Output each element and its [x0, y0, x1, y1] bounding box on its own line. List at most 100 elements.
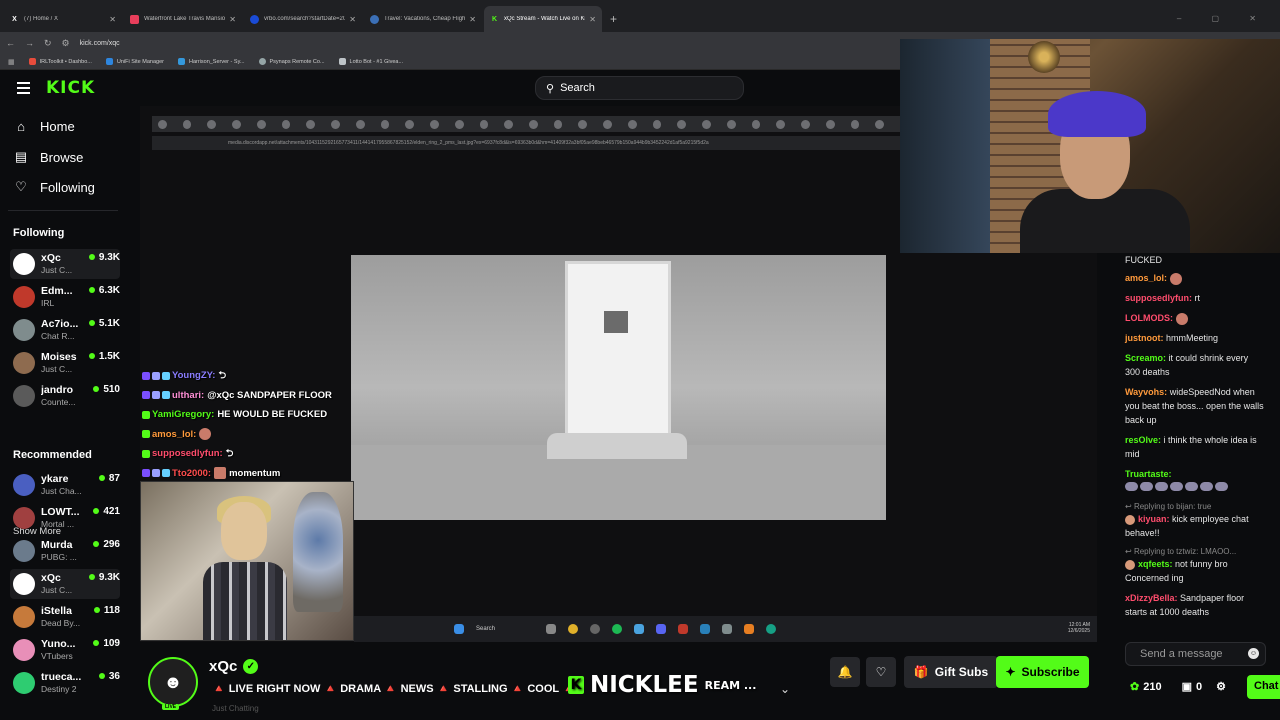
- close-tab-icon[interactable]: ✕: [109, 15, 116, 24]
- chat-message: Screamo: it could shrink every 300 death…: [1125, 351, 1265, 379]
- viewer-count: 36: [98, 668, 120, 698]
- chat-username[interactable]: kiyuan:: [1138, 514, 1170, 524]
- menu-icon[interactable]: [17, 82, 30, 97]
- channel-name: xQc: [41, 572, 61, 584]
- chat-username[interactable]: amos_lol:: [1125, 273, 1167, 283]
- forward-icon[interactable]: →: [25, 38, 34, 48]
- chat-message: amos_lol:: [1125, 271, 1265, 285]
- windows-icon: [454, 624, 464, 634]
- search-placeholder: Search: [560, 82, 595, 94]
- streamer-name-label: xQc: [209, 658, 238, 675]
- gift-subs-button[interactable]: 🎁 Gift Subs: [904, 656, 998, 688]
- settings-gear-icon[interactable]: ⚙: [1216, 680, 1226, 693]
- bookmark-label: Harrison_Server - Sy...: [188, 58, 245, 65]
- chat-reply-context[interactable]: ↩ Replying to bijan: true: [1125, 501, 1265, 512]
- chat-username[interactable]: Truartaste:: [1125, 469, 1172, 479]
- overlay-message-text: ⮌: [225, 447, 234, 459]
- inner-taskbar: Search 12:01 AM 12/6/2025: [354, 616, 1097, 642]
- overlay-chat-message: YoungZY: ⮌: [142, 366, 356, 386]
- chat-message-input[interactable]: Send a message ☺: [1125, 642, 1266, 666]
- chrome-icon: [568, 624, 578, 634]
- close-tab-icon[interactable]: ✕: [589, 15, 596, 24]
- sidebar-channel[interactable]: jandro Counte... 510: [10, 381, 120, 411]
- follow-heart-button[interactable]: ♡: [866, 657, 896, 687]
- subscribe-button[interactable]: ✦ Subscribe: [996, 656, 1089, 688]
- tab-title: xQc Stream - Watch Live on Kick: [504, 16, 586, 22]
- chat-username[interactable]: Wayvohs:: [1125, 387, 1167, 397]
- chat-message-text: rt: [1194, 293, 1201, 303]
- chat-username[interactable]: xqfeets:: [1138, 559, 1173, 569]
- points-count: 210: [1143, 680, 1162, 693]
- chat-reply-context[interactable]: ↩ Replying to tztwiz: LMAOO...: [1125, 546, 1265, 557]
- sidebar-channel[interactable]: ykare Just Cha... 87: [10, 470, 120, 500]
- sidebar-channel[interactable]: Edm... IRL 6.3K: [10, 282, 120, 312]
- streamer-avatar[interactable]: ☻: [148, 657, 198, 707]
- kick-logo[interactable]: KICK: [46, 78, 95, 98]
- back-icon[interactable]: ←: [6, 38, 15, 48]
- badge-icon: [152, 391, 160, 400]
- site-info-icon[interactable]: ⚙: [62, 38, 70, 49]
- emote-icon: [1175, 312, 1188, 325]
- badge-icon: [142, 469, 150, 478]
- home-icon: ⌂: [17, 119, 25, 134]
- sidebar-channel[interactable]: xQc Just C... 9.3K: [10, 569, 120, 599]
- channel-category: Dead By...: [41, 618, 81, 628]
- close-tab-icon[interactable]: ✕: [229, 15, 236, 24]
- chat-send-button[interactable]: Chat: [1247, 675, 1280, 699]
- emote-picker-icon[interactable]: ☺: [1248, 648, 1259, 659]
- bookmark-label: Psynaps Remote Co...: [269, 58, 325, 65]
- live-dot-icon: [93, 640, 100, 646]
- browser-tab[interactable]: Travel: Vacations, Cheap Flights ✕: [364, 6, 482, 32]
- chat-username[interactable]: supposedlyfun:: [1125, 293, 1192, 303]
- chat-username[interactable]: Screamo:: [1125, 353, 1166, 363]
- channel-points[interactable]: ✿ 210 ▣ 0 ⚙: [1130, 680, 1226, 694]
- sidebar-channel[interactable]: trueca... Destiny 2 36: [10, 668, 120, 698]
- bookmark-item[interactable]: UniFi Site Manager: [105, 58, 164, 65]
- browser-tab-active[interactable]: KxQc Stream - Watch Live on Kick ✕: [484, 6, 602, 32]
- new-tab-icon[interactable]: +: [610, 6, 617, 32]
- sidebar-channel[interactable]: Ac7io... Chat R... 5.1K: [10, 315, 120, 345]
- sidebar-channel[interactable]: Yuno... VTubers 109: [10, 635, 120, 665]
- bookmark-item[interactable]: IRLToolkit • Dashbo...: [28, 58, 92, 65]
- overlay-chat: YoungZY: ⮌ ulthari: @xQc SANDPAPER FLOOR Yam…: [142, 366, 356, 483]
- chat-username[interactable]: LOLMODS:: [1125, 313, 1173, 323]
- bookmark-item[interactable]: Lotto Bot - #1 Givea...: [338, 58, 404, 65]
- channel-category: Chat R...: [41, 331, 75, 341]
- channel-avatar: [13, 474, 35, 496]
- bookmark-label: Lotto Bot - #1 Givea...: [349, 58, 404, 65]
- sidebar-channel[interactable]: LOWT... Mortal ... 421: [10, 503, 120, 533]
- sidebar-channel[interactable]: Moises Just C... 1.5K: [10, 348, 120, 378]
- apps-icon[interactable]: ▦: [8, 58, 15, 66]
- sidebar-channel[interactable]: Murda PUBG: ... 296: [10, 536, 120, 566]
- browser-tab[interactable]: X (7) Home / X ✕: [4, 6, 122, 32]
- reply-text: Replying to tztwiz: LMAOO...: [1133, 547, 1237, 556]
- nav-browse[interactable]: ▤ Browse: [14, 149, 84, 165]
- nav-following[interactable]: ♡ Following: [14, 179, 95, 195]
- chat-username[interactable]: xDizzyBella:: [1125, 593, 1178, 603]
- search-input[interactable]: ⚲ Search: [535, 76, 744, 100]
- reload-icon[interactable]: ↻: [44, 38, 52, 49]
- browser-tab[interactable]: Waterfront Lake Travis Mansion ✕: [124, 6, 242, 32]
- bookmark-item[interactable]: Harrison_Server - Sy...: [177, 58, 245, 65]
- window-controls[interactable]: – ▢ ✕: [1177, 14, 1270, 23]
- url-field[interactable]: kick.com/xqc: [80, 40, 120, 47]
- clock-date: 12/6/2025: [1067, 628, 1090, 634]
- taskbar-app-icon: [678, 624, 688, 634]
- sidebar-channel[interactable]: iStella Dead By... 118: [10, 602, 120, 632]
- chevron-down-icon[interactable]: ⌄: [780, 682, 790, 696]
- discord-icon: [656, 624, 666, 634]
- chat-username[interactable]: justnoot:: [1125, 333, 1164, 343]
- stream-category[interactable]: Just Chatting: [212, 704, 259, 713]
- emote-icon: [214, 467, 227, 480]
- nav-home[interactable]: ⌂ Home: [14, 119, 75, 134]
- chat-username[interactable]: resOlve:: [1125, 435, 1161, 445]
- sidebar-channel[interactable]: xQc Just C... 9.3K: [10, 249, 120, 279]
- bookmark-icon: [177, 58, 185, 65]
- notification-bell-button[interactable]: 🔔: [830, 657, 860, 687]
- streamer-name[interactable]: xQc ✓: [209, 658, 259, 675]
- browser-tab[interactable]: vrbo.com/search?startDate=20 ✕: [244, 6, 362, 32]
- star-icon: ✦: [1005, 665, 1016, 679]
- bookmark-item[interactable]: Psynaps Remote Co...: [258, 58, 325, 65]
- close-tab-icon[interactable]: ✕: [469, 15, 476, 24]
- close-tab-icon[interactable]: ✕: [349, 15, 356, 24]
